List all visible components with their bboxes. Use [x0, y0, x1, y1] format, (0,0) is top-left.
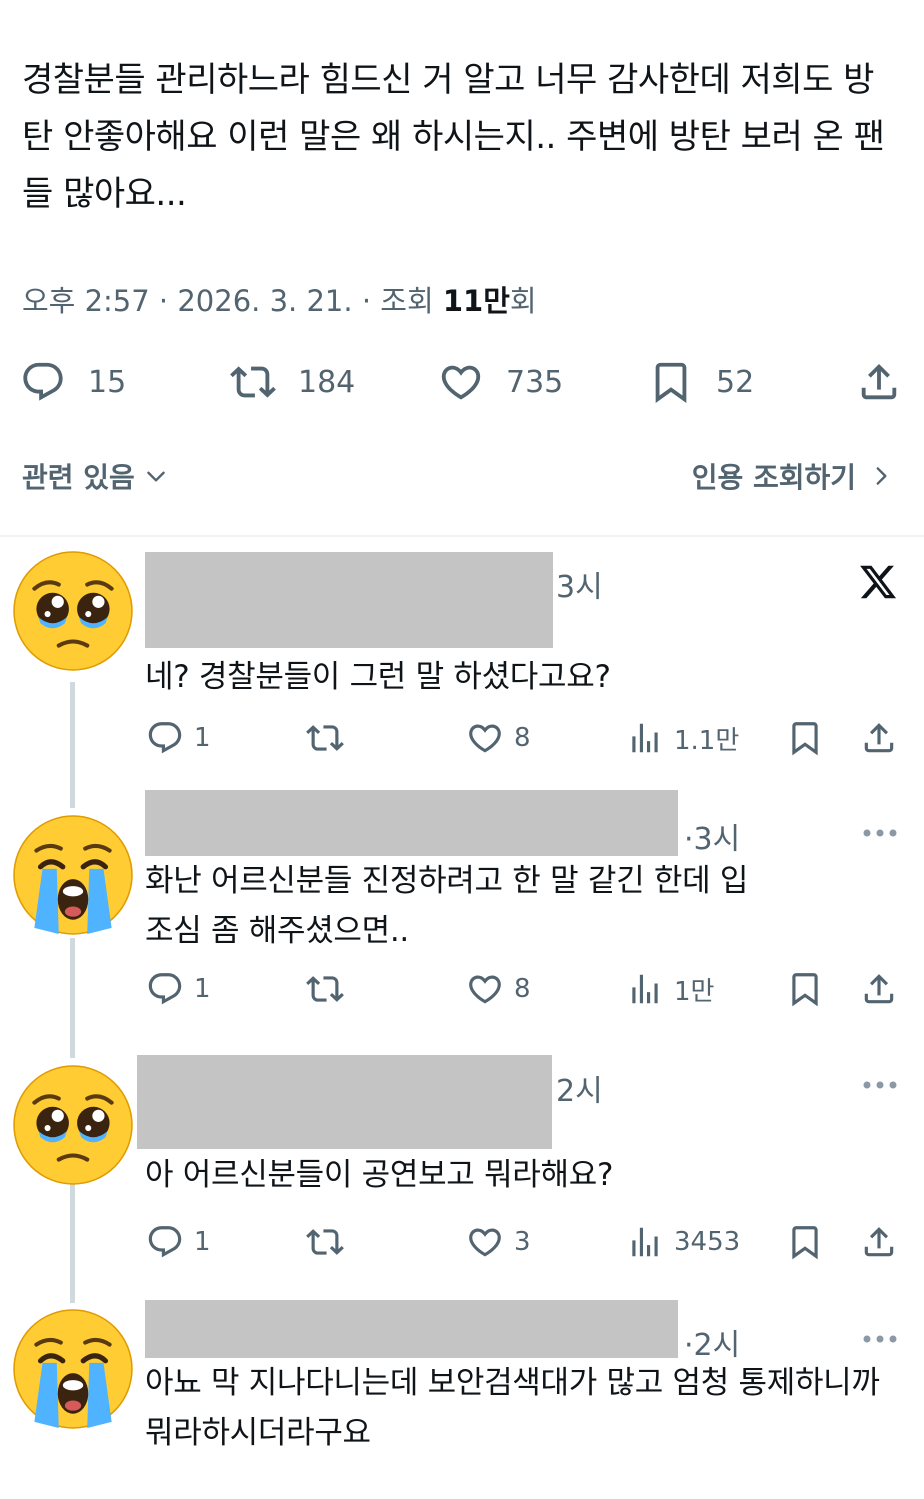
reply-text: 아뇨 막 지나다니는데 보안검색대가 많고 엄청 통제하니까 뭐라하시더라구요: [145, 1365, 880, 1451]
views-count: 11만: [442, 284, 510, 318]
share-button[interactable]: [860, 1217, 898, 1267]
reply-actions: 1 8 1.1만: [0, 713, 924, 763]
reply-time: 2시: [556, 1074, 603, 1109]
meta-separator: ·: [361, 284, 372, 318]
more-icon[interactable]: [862, 1080, 898, 1090]
retweet-icon: [306, 719, 344, 757]
tweet-date[interactable]: 2026. 3. 21.: [177, 284, 352, 318]
reply-text: 화난 어르신분들 진정하려고 한 말 같긴 한데 입조심 좀 해주셨으면..: [145, 863, 749, 949]
like-count: 735: [506, 364, 564, 400]
redacted-username: [145, 552, 553, 648]
share-icon: [860, 719, 898, 757]
bookmark-button[interactable]: [786, 964, 824, 1014]
avatar[interactable]: [12, 1064, 134, 1186]
view-count: 1만: [674, 976, 715, 1007]
redacted-username: [137, 1055, 552, 1149]
avatar[interactable]: [12, 814, 134, 936]
reply-text: 아 어르신분들이 공연보고 뭐라해요?: [145, 1157, 614, 1193]
retweet-button[interactable]: 184: [230, 352, 355, 412]
divider: [0, 535, 924, 537]
reply-text: 네? 경찰분들이 그런 말 하셨다고요?: [145, 659, 611, 695]
like-button[interactable]: 8: [466, 713, 531, 763]
redacted-username: [145, 1300, 678, 1358]
views-button[interactable]: 1만: [626, 964, 714, 1014]
reply-button[interactable]: 15: [20, 352, 126, 412]
tweet-text: 경찰분들 관리하느라 힘드신 거 알고 너무 감사한데 저희도 방탄 안좋아해요…: [22, 60, 885, 214]
reply-actions: 1 8 1만: [0, 964, 924, 1014]
reply-count: 1: [194, 974, 211, 1004]
retweet-icon: [306, 1223, 344, 1261]
tweet-actions: 15 184 735 52: [0, 352, 924, 412]
share-icon: [860, 970, 898, 1008]
bookmark-icon: [786, 970, 824, 1008]
chevron-right-icon: [868, 463, 894, 489]
bookmark-count: 52: [716, 364, 755, 400]
reply-icon: [146, 970, 184, 1008]
share-icon: [860, 1223, 898, 1261]
views-button[interactable]: 1.1만: [626, 713, 739, 763]
share-button[interactable]: [860, 964, 898, 1014]
share-button[interactable]: [860, 713, 898, 763]
heart-icon: [466, 970, 504, 1008]
share-button[interactable]: [856, 352, 902, 412]
like-button[interactable]: 8: [466, 964, 531, 1014]
reply-count: 15: [88, 364, 127, 400]
heart-icon: [466, 1223, 504, 1261]
tweet-time[interactable]: 오후 2:57: [22, 284, 150, 318]
reply-icon: [146, 719, 184, 757]
retweet-icon: [230, 359, 276, 405]
related-sort-button[interactable]: 관련 있음: [22, 456, 169, 496]
x-logo-icon: [860, 565, 897, 599]
bookmark-icon: [786, 1223, 824, 1261]
bookmark-icon: [648, 359, 694, 405]
meta-separator: ·: [158, 284, 169, 318]
views-icon: [626, 1223, 664, 1261]
reply-actions: 1 3 3453: [0, 1217, 924, 1267]
like-count: 8: [514, 974, 531, 1004]
views-icon: [626, 719, 664, 757]
views-button[interactable]: 3453: [626, 1217, 740, 1267]
like-button[interactable]: 3: [466, 1217, 531, 1267]
retweet-icon: [306, 970, 344, 1008]
bookmark-icon: [786, 719, 824, 757]
redacted-username: [145, 790, 678, 856]
related-label: 관련 있음: [22, 461, 135, 494]
reply-time: 3시: [556, 570, 603, 605]
views-icon: [626, 970, 664, 1008]
reply-button[interactable]: 1: [146, 713, 211, 763]
reply-icon: [146, 1223, 184, 1261]
heart-icon: [438, 359, 484, 405]
chevron-down-icon: [143, 463, 169, 489]
reply-count: 1: [194, 1227, 211, 1257]
reply-button[interactable]: 1: [146, 1217, 211, 1267]
view-quotes-label: 인용 조회하기: [691, 461, 856, 494]
avatar[interactable]: [12, 1308, 134, 1430]
more-icon[interactable]: [862, 828, 898, 838]
share-icon: [856, 359, 902, 405]
views-label: 조회: [380, 284, 434, 318]
more-icon[interactable]: [862, 1334, 898, 1344]
retweet-count: 184: [298, 364, 356, 400]
reply-button[interactable]: 1: [146, 964, 211, 1014]
reply-time: ·3시: [684, 822, 741, 857]
views-suffix: 회: [509, 284, 537, 318]
reply-count: 1: [194, 723, 211, 753]
avatar[interactable]: [12, 550, 134, 672]
like-button[interactable]: 735: [438, 352, 563, 412]
view-quotes-link[interactable]: 인용 조회하기: [692, 456, 894, 496]
like-count: 3: [514, 1227, 531, 1257]
like-count: 8: [514, 723, 531, 753]
retweet-button[interactable]: [306, 1217, 344, 1267]
reply-icon: [20, 359, 66, 405]
tweet-meta: 오후 2:57 · 2026. 3. 21. · 조회 11만회: [22, 278, 537, 320]
view-count: 3453: [674, 1227, 741, 1257]
bookmark-button[interactable]: [786, 713, 824, 763]
view-count: 1.1만: [674, 725, 740, 756]
retweet-button[interactable]: [306, 713, 344, 763]
bookmark-button[interactable]: [786, 1217, 824, 1267]
bookmark-button[interactable]: 52: [648, 352, 754, 412]
heart-icon: [466, 719, 504, 757]
retweet-button[interactable]: [306, 964, 344, 1014]
